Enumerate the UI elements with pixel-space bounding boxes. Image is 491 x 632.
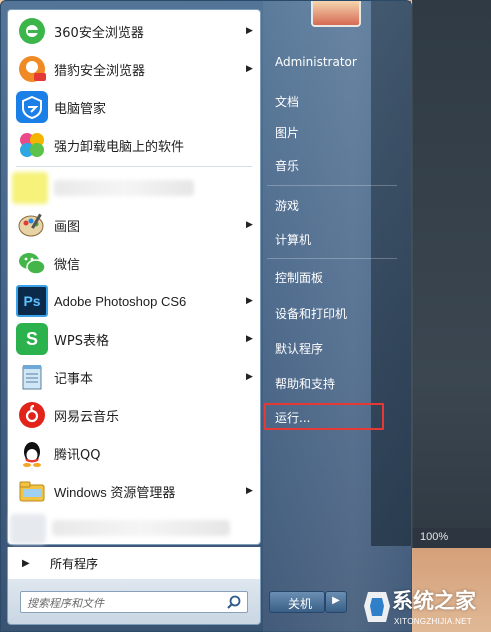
blurred-item[interactable] (54, 180, 194, 196)
menu-item-uninstaller[interactable]: 强力卸载电脑上的软件 (8, 126, 260, 164)
submenu-arrow-icon: ▶ (246, 296, 253, 306)
divider (267, 185, 397, 186)
pictures-link[interactable]: 图片 (267, 118, 387, 146)
watermark-subtext: XITONGZHIJIA.NET (394, 617, 472, 626)
start-menu: 360安全浏览器 ▶ 猎豹安全浏览器 ▶ 电脑管家 强力卸载电脑上的软件 画图 … (0, 0, 413, 632)
blurred-icon (10, 514, 46, 544)
menu-item-paint[interactable]: 画图 ▶ (8, 206, 260, 244)
submenu-arrow-icon: ▶ (246, 372, 253, 382)
music-link[interactable]: 音乐 (267, 151, 387, 179)
shutdown-button[interactable]: 关机 (269, 591, 325, 613)
divider (16, 166, 252, 167)
documents-link[interactable]: 文档 (267, 87, 387, 115)
qq-icon (16, 437, 48, 469)
menu-item-netease-music[interactable]: 网易云音乐 (8, 396, 260, 434)
all-programs-button[interactable]: ▶ 所有程序 (7, 547, 261, 579)
search-area: 搜索程序和文件 (7, 579, 261, 625)
menu-item-liebao-browser[interactable]: 猎豹安全浏览器 ▶ (8, 50, 260, 88)
wps-icon-text: S (25, 328, 38, 349)
divider (267, 258, 397, 259)
submenu-arrow-icon: ▶ (246, 220, 253, 230)
netease-music-icon (16, 399, 48, 431)
shutdown-options-button[interactable]: ▶ (325, 591, 347, 613)
notepad-icon (16, 361, 48, 393)
run-highlight-box (264, 403, 384, 430)
help-support-link[interactable]: 帮助和支持 (267, 369, 387, 397)
wps-sheet-icon: S (16, 323, 48, 355)
search-input[interactable]: 搜索程序和文件 (20, 591, 248, 613)
user-name-link[interactable]: Administrator (267, 49, 387, 77)
computer-link[interactable]: 计算机 (267, 225, 387, 253)
submenu-arrow-icon: ▶ (246, 26, 253, 36)
liebao-browser-icon (16, 53, 48, 85)
menu-item-photoshop[interactable]: Ps Adobe Photoshop CS6 ▶ (8, 282, 260, 320)
menu-item-360-browser[interactable]: 360安全浏览器 ▶ (8, 12, 260, 50)
menu-item-pc-manager[interactable]: 电脑管家 (8, 88, 260, 126)
expand-arrow-icon: ▶ (22, 557, 30, 569)
user-avatar[interactable] (311, 1, 361, 27)
menu-item-wechat[interactable]: 微信 (8, 244, 260, 282)
devices-printers-link[interactable]: 设备和打印机 (267, 299, 387, 327)
search-icon[interactable] (226, 594, 244, 610)
program-list: 360安全浏览器 ▶ 猎豹安全浏览器 ▶ 电脑管家 强力卸载电脑上的软件 画图 … (7, 9, 261, 545)
photoshop-icon: Ps (16, 285, 48, 317)
menu-item-notepad[interactable]: 记事本 ▶ (8, 358, 260, 396)
menu-item-explorer[interactable]: Windows 资源管理器 ▶ (8, 472, 260, 510)
submenu-arrow-icon: ▶ (246, 334, 253, 344)
explorer-icon (16, 475, 48, 507)
watermark-text: 系统之家 (392, 589, 476, 613)
zoom-level: 100% (412, 528, 491, 548)
blurred-item[interactable] (52, 520, 230, 536)
menu-item-qq[interactable]: 腾讯QQ (8, 434, 260, 472)
games-link[interactable]: 游戏 (267, 191, 387, 219)
default-programs-link[interactable]: 默认程序 (267, 334, 387, 362)
paint-icon (16, 209, 48, 241)
pc-manager-icon (16, 91, 48, 123)
submenu-arrow-icon: ▶ (246, 486, 253, 496)
360-browser-icon (16, 15, 48, 47)
control-panel-link[interactable]: 控制面板 (267, 263, 387, 291)
uninstaller-icon (16, 129, 48, 161)
submenu-arrow-icon: ▶ (246, 64, 253, 74)
photoshop-icon-text: Ps (23, 293, 41, 309)
wechat-icon (16, 247, 48, 279)
blurred-icon (12, 172, 48, 204)
menu-item-wps-sheet[interactable]: S WPS表格 ▶ (8, 320, 260, 358)
